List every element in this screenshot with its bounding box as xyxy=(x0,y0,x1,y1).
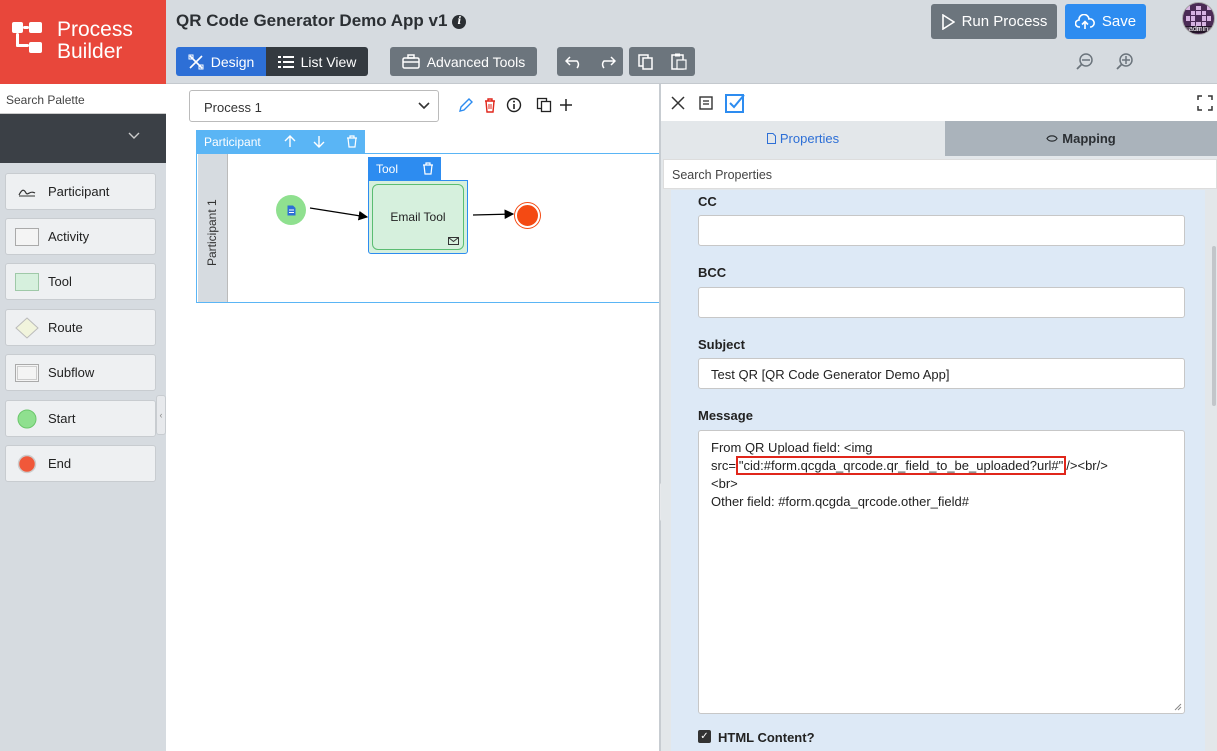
paste-icon xyxy=(670,53,687,70)
design-icon xyxy=(188,54,204,69)
palette-item-subflow[interactable]: Subflow xyxy=(5,354,156,391)
properties-panel: Properties Mapping Search Properties CC … xyxy=(661,84,1217,751)
html-content-checkbox[interactable]: ✓ xyxy=(698,730,711,743)
palette-category-dropdown[interactable] xyxy=(0,114,166,163)
participant-icon xyxy=(15,183,39,201)
app-logo: Process Builder xyxy=(0,0,166,84)
tab-properties[interactable]: Properties xyxy=(661,121,945,156)
advanced-tools-button[interactable]: Advanced Tools xyxy=(390,47,537,76)
zoom-in-icon[interactable] xyxy=(1115,52,1135,72)
highlighted-cid-url: "cid:#form.qcgda_qrcode.qr_field_to_be_u… xyxy=(735,456,1067,475)
message-line: <br> xyxy=(711,476,738,491)
toolbox-icon xyxy=(401,54,420,69)
app-title: QR Code Generator Demo App v1 i xyxy=(176,11,467,31)
copy-icon xyxy=(637,53,653,70)
palette-item-participant[interactable]: Participant xyxy=(5,173,156,210)
activity-icon xyxy=(15,227,39,246)
run-process-button[interactable]: Run Process xyxy=(931,4,1057,39)
cc-label: CC xyxy=(698,194,717,209)
panel-header xyxy=(661,84,1217,121)
subject-field[interactable]: Test QR [QR Code Generator Demo App] xyxy=(698,358,1185,389)
start-icon xyxy=(15,409,39,428)
message-line: src= "cid:#form.qcgda_qrcode.qr_field_to_… xyxy=(711,456,1108,475)
redo-button[interactable] xyxy=(590,47,623,76)
palette-search-input[interactable]: Search Palette xyxy=(0,84,166,114)
palette-collapse-handle[interactable]: ‹ xyxy=(156,395,166,435)
properties-search-input[interactable]: Search Properties xyxy=(663,159,1217,189)
process-canvas[interactable]: Process 1 Participant Participant 1 Tool… xyxy=(166,84,659,751)
chevron-down-icon xyxy=(128,132,140,139)
bcc-label: BCC xyxy=(698,265,727,280)
properties-form: CC BCC Subject Test QR [QR Code Generato… xyxy=(671,190,1205,751)
subject-label: Subject xyxy=(698,337,745,352)
list-view-button[interactable]: List View xyxy=(266,47,368,76)
checkbox-check-icon[interactable] xyxy=(724,92,746,114)
palette-item-start[interactable]: Start xyxy=(5,400,156,437)
palette-item-route[interactable]: Route xyxy=(5,309,156,346)
close-icon[interactable] xyxy=(669,94,687,112)
bcc-field[interactable] xyxy=(698,287,1185,318)
tab-mapping[interactable]: Mapping xyxy=(945,121,1217,156)
end-icon xyxy=(15,454,39,473)
play-icon xyxy=(941,13,955,30)
logo-text: Process Builder xyxy=(57,18,133,63)
palette-item-activity[interactable]: Activity xyxy=(5,218,156,255)
process-builder-logo-icon xyxy=(12,22,42,58)
document-icon xyxy=(766,133,776,144)
palette-item-end[interactable]: End xyxy=(5,445,156,482)
tool-icon xyxy=(15,272,39,291)
zoom-out-icon[interactable] xyxy=(1075,52,1095,72)
cc-field[interactable] xyxy=(698,215,1185,246)
top-bar: QR Code Generator Demo App v1 i Design Li… xyxy=(166,0,1217,84)
design-button[interactable]: Design xyxy=(176,47,266,76)
message-line: Other field: #form.qcgda_qrcode.other_fi… xyxy=(711,494,969,509)
user-avatar[interactable]: admin xyxy=(1182,2,1215,35)
mapping-icon xyxy=(1046,135,1058,142)
message-field[interactable]: From QR Upload field: <img src= "cid:#for… xyxy=(698,430,1185,714)
undo-button[interactable] xyxy=(557,47,590,76)
undo-icon xyxy=(564,55,579,69)
paste-button[interactable] xyxy=(662,47,695,76)
message-line: From QR Upload field: <img xyxy=(711,440,873,455)
route-icon xyxy=(15,316,39,339)
message-label: Message xyxy=(698,408,753,423)
list-icon xyxy=(277,55,294,68)
properties-scrollbar[interactable] xyxy=(1211,246,1217,506)
subflow-icon xyxy=(15,363,39,382)
copy-button[interactable] xyxy=(629,47,662,76)
cloud-upload-icon xyxy=(1074,13,1095,29)
save-button[interactable]: Save xyxy=(1065,4,1146,39)
redo-icon xyxy=(601,55,616,69)
html-content-label: HTML Content? xyxy=(718,730,815,745)
palette-item-tool[interactable]: Tool xyxy=(5,263,156,300)
element-palette: Search Palette Participant Activity Tool… xyxy=(0,84,166,751)
info-icon[interactable]: i xyxy=(452,15,467,29)
flow-connectors xyxy=(309,207,515,221)
fullscreen-icon[interactable] xyxy=(1196,94,1214,112)
form-icon[interactable] xyxy=(697,94,715,112)
resize-grip-icon[interactable] xyxy=(1174,703,1182,711)
